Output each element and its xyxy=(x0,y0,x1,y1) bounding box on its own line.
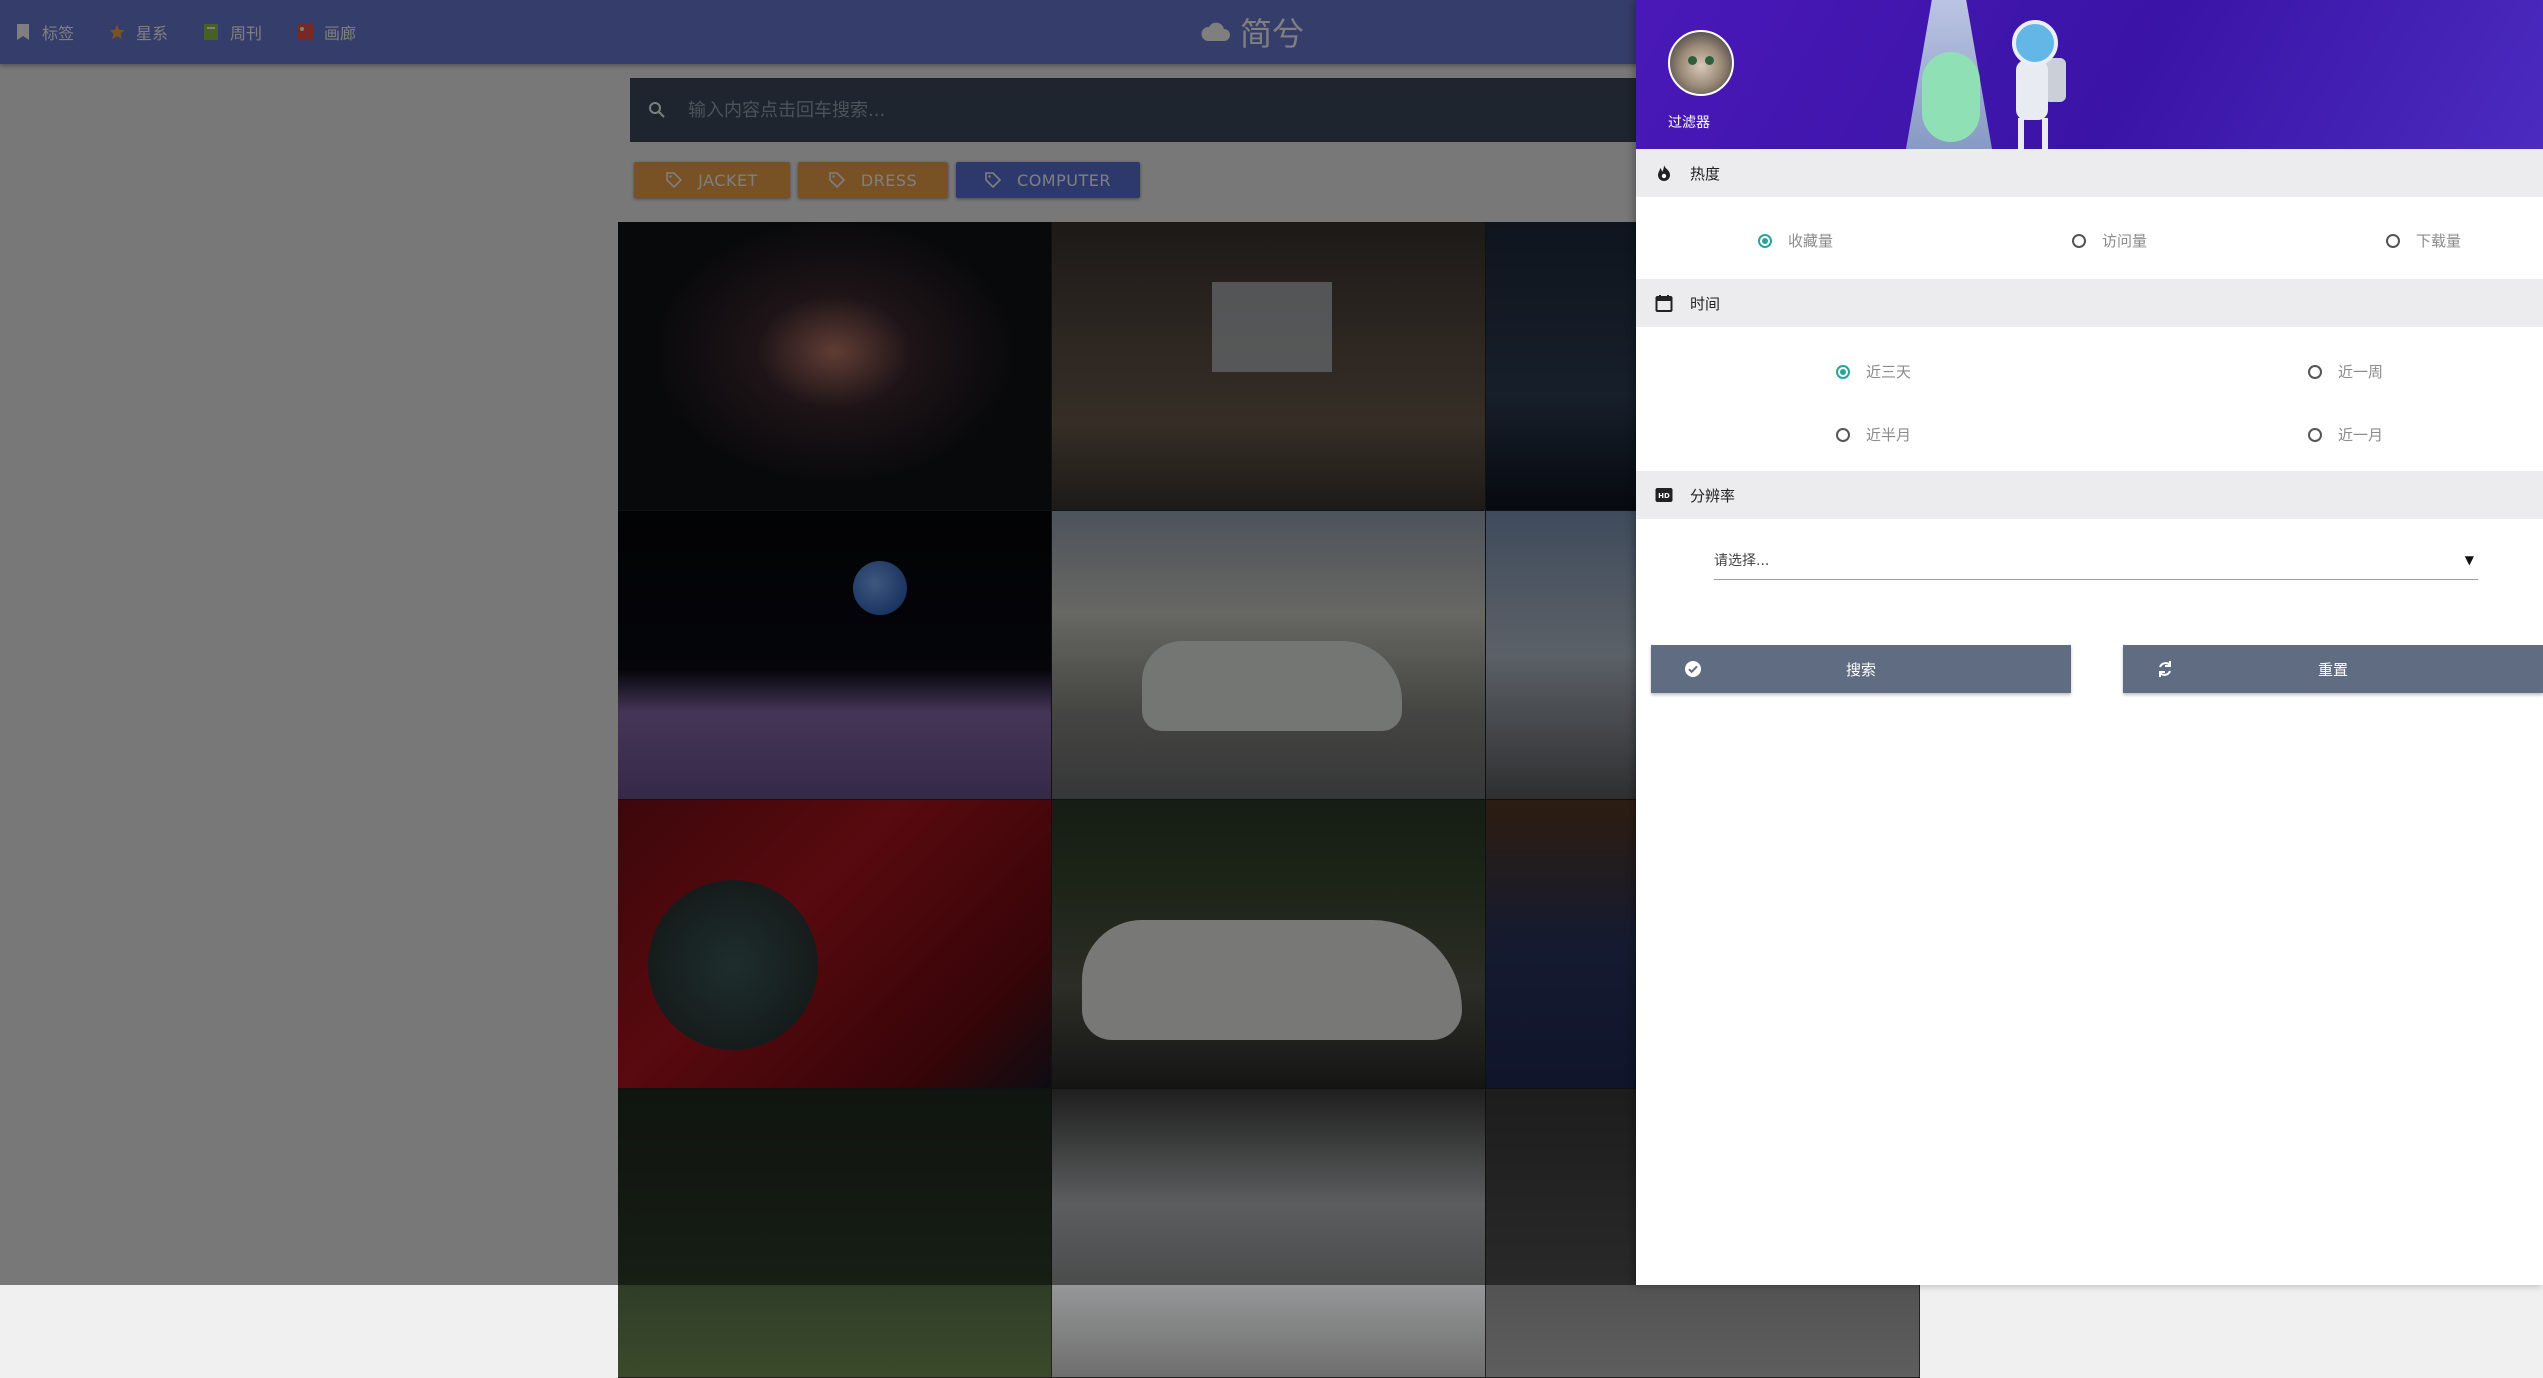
flame-icon xyxy=(1654,163,1674,183)
radio-label: 近半月 xyxy=(1866,426,1912,444)
section-title: 时间 xyxy=(1690,294,1721,313)
radio-last-month[interactable]: 近一月 xyxy=(2308,424,2383,445)
radio-downloads[interactable]: 下载量 xyxy=(2386,230,2461,251)
refresh-icon xyxy=(2155,659,2175,679)
calendar-icon xyxy=(1654,293,1674,313)
radio-label: 收藏量 xyxy=(1788,232,1834,250)
radio-label: 近三天 xyxy=(1866,363,1912,381)
drawer-header: 过滤器 xyxy=(1636,0,2543,149)
section-resolution-heading: HD 分辨率 xyxy=(1636,471,2543,519)
drawer-title: 过滤器 xyxy=(1668,115,1710,131)
filter-drawer: 过滤器 热度 收藏量 访问量 下载量 时间 近三天 近一周 近半月 近一月 HD… xyxy=(1636,0,2543,1285)
radio-button[interactable] xyxy=(2386,233,2400,248)
resolution-select[interactable]: 请选择... ▼ xyxy=(1714,541,2478,580)
search-button[interactable]: 搜索 xyxy=(1651,645,2071,693)
avatar[interactable] xyxy=(1668,30,1734,96)
dropdown-arrow-icon: ▼ xyxy=(2464,553,2474,567)
radio-label: 下载量 xyxy=(2416,232,2462,250)
section-time-heading: 时间 xyxy=(1636,279,2543,327)
select-placeholder: 请选择... xyxy=(1714,553,1770,569)
time-options-row-2: 近半月 近一月 xyxy=(1636,409,2543,471)
resolution-select-wrap: 请选择... ▼ xyxy=(1636,519,2543,599)
time-options-row-1: 近三天 近一周 xyxy=(1636,327,2543,409)
astronaut-illustration xyxy=(2016,60,2048,120)
radio-button[interactable] xyxy=(2308,364,2322,379)
radio-visits[interactable]: 访问量 xyxy=(2072,230,2147,251)
astronaut-illustration xyxy=(2012,20,2058,66)
section-popularity-heading: 热度 xyxy=(1636,149,2543,197)
radio-last-half-month[interactable]: 近半月 xyxy=(1836,424,1911,445)
check-circle-icon xyxy=(1683,659,1703,679)
astronaut-illustration xyxy=(2018,118,2048,149)
radio-last-week[interactable]: 近一周 xyxy=(2308,361,2383,382)
reset-button[interactable]: 重置 xyxy=(2123,645,2543,693)
svg-text:HD: HD xyxy=(1658,492,1670,500)
button-label: 重置 xyxy=(2317,660,2348,679)
radio-button[interactable] xyxy=(2308,427,2322,442)
radio-button[interactable] xyxy=(2072,233,2086,248)
radio-button[interactable] xyxy=(1758,233,1772,248)
radio-label: 近一月 xyxy=(2338,426,2384,444)
radio-favorites[interactable]: 收藏量 xyxy=(1758,230,1833,251)
button-label: 搜索 xyxy=(1845,660,1876,679)
popularity-options: 收藏量 访问量 下载量 xyxy=(1636,197,2543,279)
radio-label: 近一周 xyxy=(2338,363,2384,381)
section-title: 热度 xyxy=(1690,164,1721,183)
section-title: 分辨率 xyxy=(1690,486,1736,505)
radio-button[interactable] xyxy=(1836,427,1850,442)
radio-label: 访问量 xyxy=(2102,232,2148,250)
header-illustration xyxy=(1922,52,1980,142)
radio-button[interactable] xyxy=(1836,364,1850,379)
radio-last-3-days[interactable]: 近三天 xyxy=(1836,361,1911,382)
hd-icon: HD xyxy=(1654,485,1674,505)
